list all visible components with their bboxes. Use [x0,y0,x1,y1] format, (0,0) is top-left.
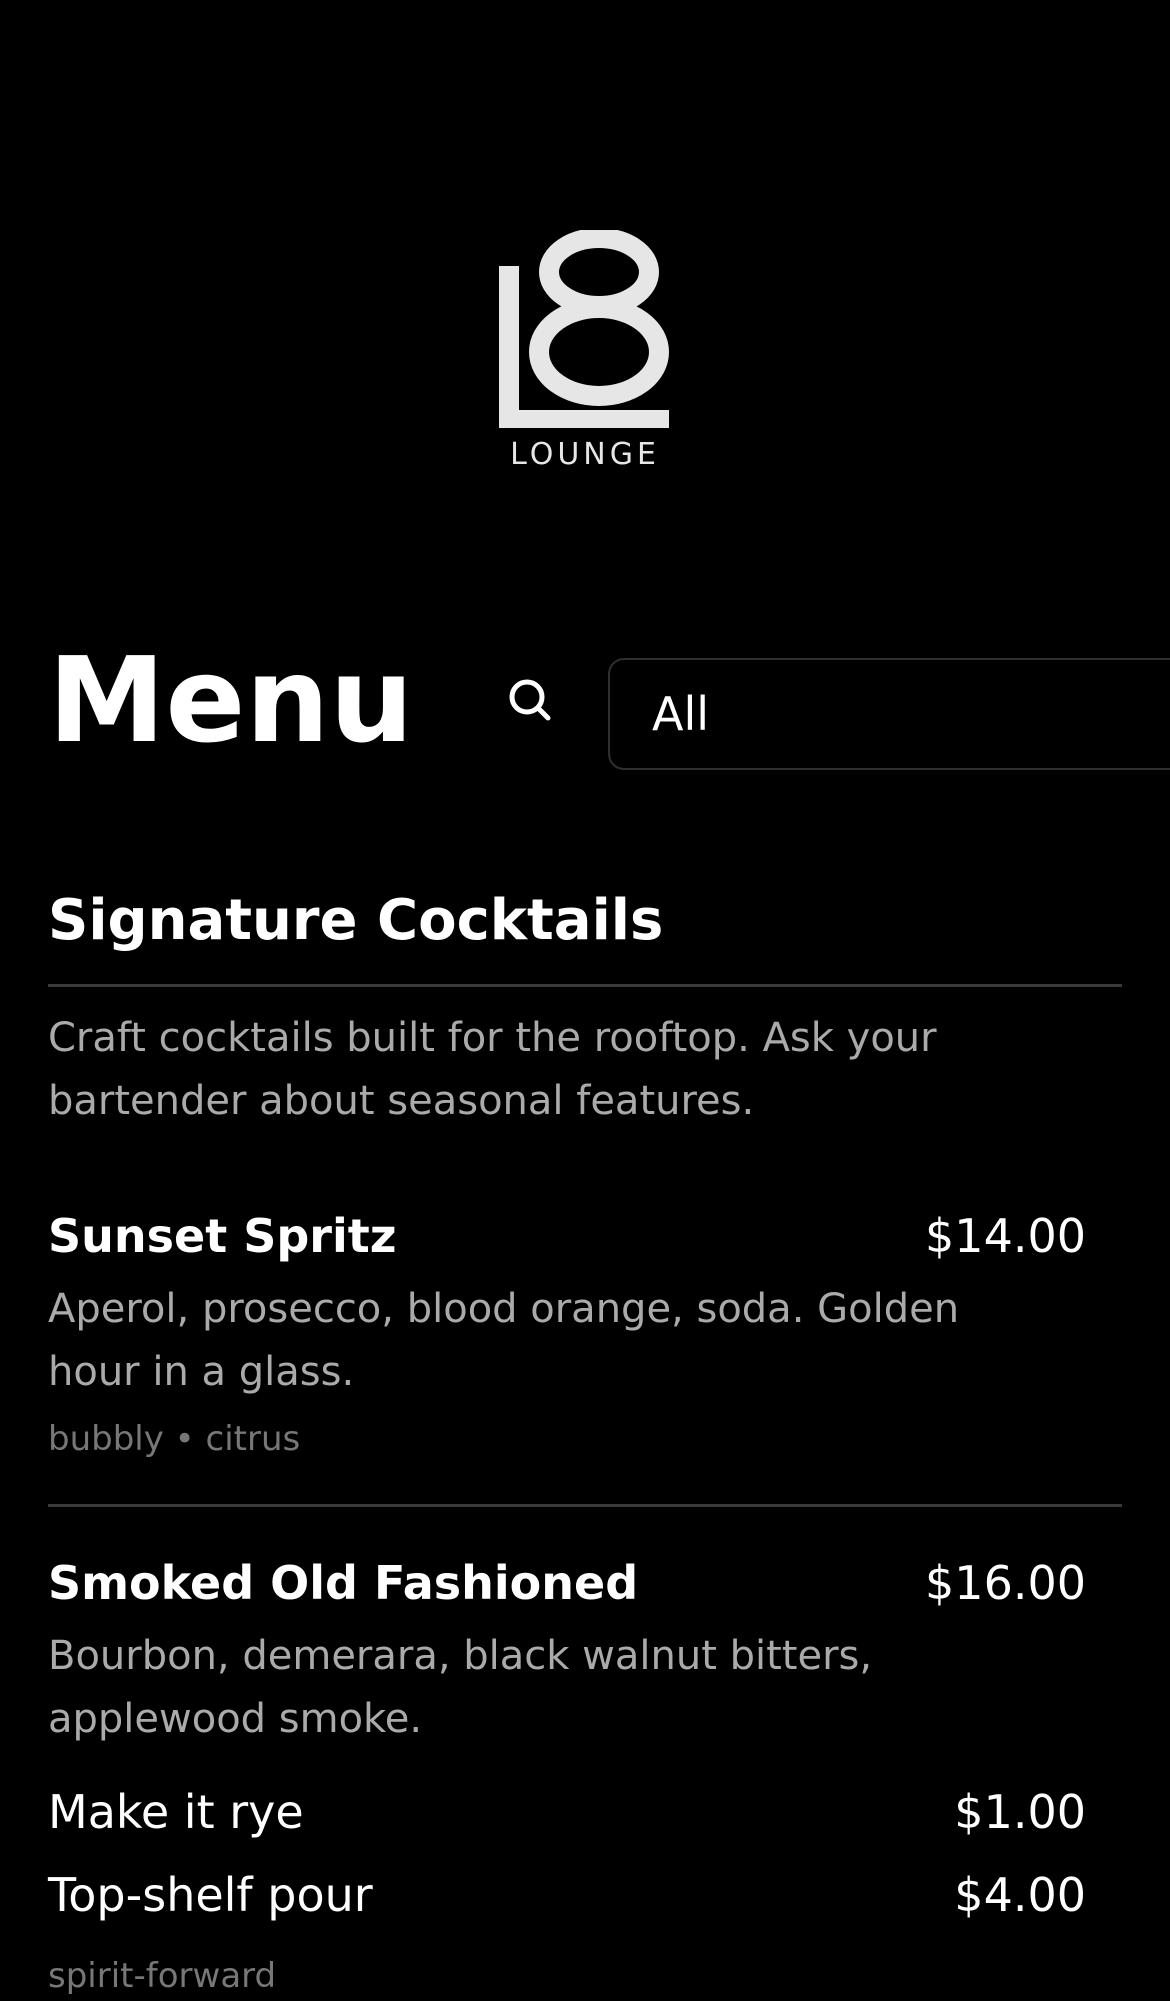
l8-logo-mark [499,230,669,428]
brand-logo: LOUNGE [0,230,1170,470]
option-name: Make it rye [48,1785,304,1839]
option-price: $4.00 [954,1868,1086,1922]
item-header-row: Sunset Spritz $14.00 [48,1200,1122,1272]
section-title: Signature Cocktails [48,888,664,953]
category-filter-select[interactable]: All [608,658,1170,770]
item-option-make-it-rye[interactable]: Make it rye $1.00 [48,1771,1122,1854]
item-tags: spirit-forward [48,1956,277,1996]
item-name: Smoked Old Fashioned [48,1556,639,1610]
menu-item-smoked-old-fashioned[interactable]: Smoked Old Fashioned $16.00 Bourbon, dem… [48,1547,1122,2001]
item-price: $16.00 [925,1556,1086,1610]
item-option-top-shelf-pour[interactable]: Top-shelf pour $4.00 [48,1854,1122,1937]
section-signature-cocktails: Signature Cocktails Craft cocktails buil… [48,880,1122,2001]
item-description: Aperol, prosecco, blood orange, soda. Go… [48,1286,960,1395]
option-name: Top-shelf pour [48,1868,373,1922]
item-divider [48,1504,1122,1507]
menu-header: Menu All [48,631,1170,770]
item-description: Bourbon, demerara, black walnut bitters,… [48,1633,873,1742]
item-tags: bubbly • citrus [48,1419,301,1459]
menu-page: LOUNGE Menu All Signature Cocktails Craf… [0,0,1170,1996]
item-price: $14.00 [925,1209,1086,1263]
logo-wordmark: LOUNGE [510,437,660,472]
category-filter-value: All [652,687,710,741]
menu-item-sunset-spritz[interactable]: Sunset Spritz $14.00 Aperol, prosecco, b… [48,1200,1122,1507]
search-button[interactable] [504,674,556,726]
item-name: Sunset Spritz [48,1209,397,1263]
search-icon [509,679,551,721]
section-description: Craft cocktails built for the rooftop. A… [48,1015,937,1124]
item-header-row: Smoked Old Fashioned $16.00 [48,1547,1122,1619]
page-title: Menu [48,631,414,769]
option-price: $1.00 [954,1785,1086,1839]
section-divider [48,984,1122,987]
